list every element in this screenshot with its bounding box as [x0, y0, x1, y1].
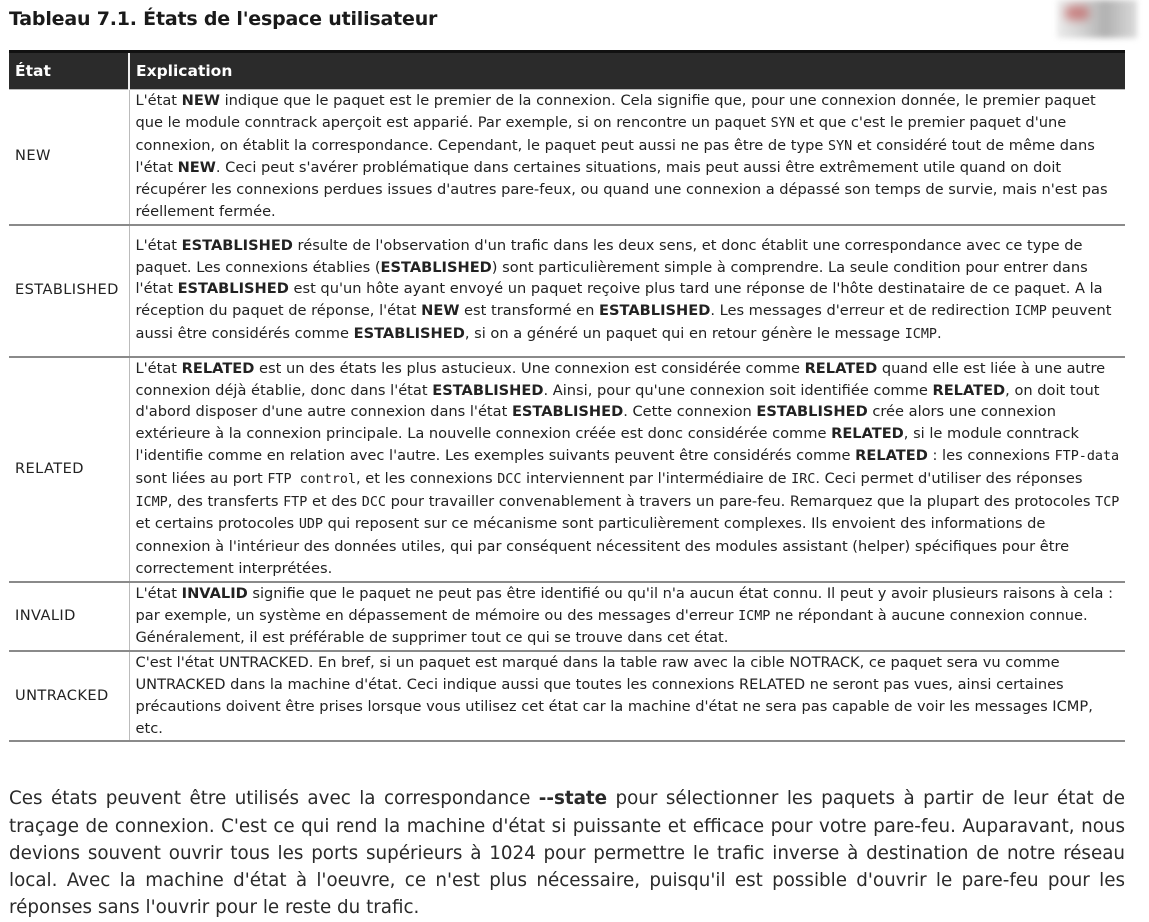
explanation-cell: L'état RELATED est un des états les plus…	[128, 356, 1125, 583]
code-term: ICMP	[738, 608, 771, 624]
code-term: SYN	[770, 115, 795, 131]
code-term: SYN	[828, 138, 853, 154]
code-term: ICMP	[904, 326, 937, 342]
bold-term: RELATED	[932, 381, 1006, 399]
state-cell: INVALID	[9, 581, 130, 653]
code-term: UDP	[298, 517, 323, 533]
bold-term: NEW	[421, 302, 460, 320]
code-term: IRC	[791, 471, 816, 487]
explanation-cell: L'état INVALID signifie que le paquet ne…	[128, 581, 1125, 653]
bold-term: ESTABLISHED	[756, 403, 868, 421]
bold-term: RELATED	[855, 446, 928, 464]
bold-term: ESTABLISHED	[432, 381, 544, 399]
explanation-cell: L'état ESTABLISHED résulte de l'observat…	[128, 224, 1125, 358]
blurred-corner-image	[1057, 0, 1137, 38]
bold-term: RELATED	[181, 359, 255, 377]
bold-term: ESTABLISHED	[599, 302, 711, 320]
states-table: État Explication NEW L'état NEW indique …	[9, 50, 1125, 743]
table-row: RELATED L'état RELATED est un des états …	[9, 356, 1125, 583]
bold-term: RELATED	[804, 359, 878, 377]
code-term: TCP	[1095, 494, 1120, 510]
bold-term: NEW	[181, 92, 220, 109]
bold-term: RELATED	[831, 425, 904, 443]
code-term: FTP	[283, 494, 308, 510]
table-row: INVALID L'état INVALID signifie que le p…	[9, 581, 1125, 653]
state-cell: NEW	[9, 88, 130, 226]
bold-term: ESTABLISHED	[181, 236, 293, 254]
states-table-container: État Explication NEW L'état NEW indique …	[9, 50, 1125, 743]
bold-term: ESTABLISHED	[380, 258, 492, 276]
bold-term: --state	[538, 788, 608, 810]
bold-term: ESTABLISHED	[511, 403, 624, 421]
code-term: DCC	[361, 494, 386, 510]
code-term: ICMP	[1014, 304, 1047, 320]
bold-term: ESTABLISHED	[353, 324, 465, 342]
bold-term: NEW	[177, 159, 216, 177]
code-term: ICMP	[135, 494, 168, 510]
table-row: NEW L'état NEW indique que le paquet est…	[9, 88, 1125, 226]
state-cell: ESTABLISHED	[9, 224, 130, 358]
explanation-cell: C'est l'état UNTRACKED. En bref, si un p…	[128, 651, 1125, 743]
body-paragraph: Ces états peuvent être utilisés avec la …	[9, 788, 1125, 919]
table-row: ESTABLISHED L'état ESTABLISHED résulte d…	[9, 224, 1125, 358]
code-term: DCC	[497, 471, 522, 487]
bold-term: INVALID	[181, 584, 248, 602]
table-header-row: État Explication	[9, 50, 1125, 90]
explanation-cell: L'état NEW indique que le paquet est le …	[128, 88, 1125, 226]
header-explanation: Explication	[129, 50, 1125, 90]
code-term: FTP control	[267, 471, 357, 487]
bold-term: ESTABLISHED	[177, 280, 289, 298]
code-term: FTP-data	[1054, 448, 1120, 464]
header-state: État	[9, 50, 130, 90]
table-title: Tableau 7.1. États de l'espace utilisate…	[9, 8, 438, 30]
state-cell: UNTRACKED	[9, 651, 130, 743]
table-row: UNTRACKED C'est l'état UNTRACKED. En bre…	[9, 651, 1125, 743]
state-cell: RELATED	[9, 356, 130, 583]
